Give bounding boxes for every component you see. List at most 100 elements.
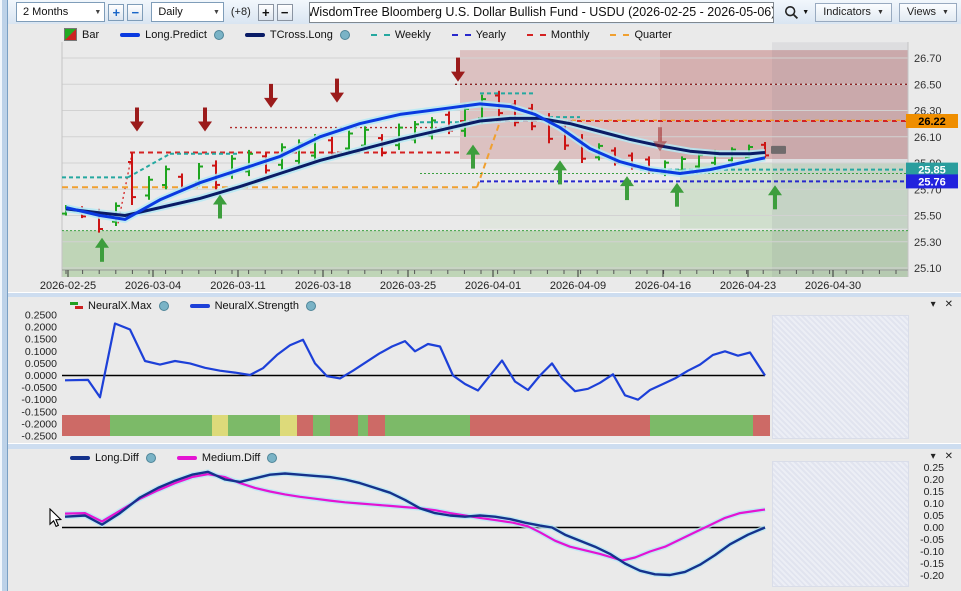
svg-text:2026-04-23: 2026-04-23: [720, 280, 776, 292]
legend-item-long-predict[interactable]: Long.Predict: [120, 29, 224, 41]
price-chart-plot[interactable]: 26.7026.5026.3026.1025.9025.7025.5025.30…: [8, 42, 961, 292]
legend-label: Medium.Diff: [202, 452, 260, 464]
svg-text:0.20: 0.20: [924, 474, 945, 486]
svg-text:2026-02-25: 2026-02-25: [40, 280, 96, 292]
close-panel-icon[interactable]: ✕: [945, 299, 953, 310]
svg-text:0.0000: 0.0000: [25, 370, 57, 382]
svg-text:0.2500: 0.2500: [25, 310, 57, 322]
bars-decrease-button[interactable]: −: [277, 4, 293, 21]
dash-swatch-icon: [371, 34, 390, 36]
legend-label: Weekly: [395, 29, 431, 41]
neuralx-max-icon: [70, 301, 83, 311]
symbol-title: WisdomTree Bloomberg U.S. Dollar Bullish…: [309, 2, 775, 23]
legend-item-neuralx-strength[interactable]: NeuralX.Strength: [190, 300, 316, 312]
legend-item-monthly[interactable]: Monthly: [527, 29, 590, 41]
collapse-panel-icon[interactable]: ▾: [931, 451, 936, 462]
svg-text:25.30: 25.30: [914, 237, 942, 249]
svg-text:0.05: 0.05: [924, 510, 945, 522]
diff-panel: Long.DiffMedium.Diff ▾ ✕ 0.250.200.150.1…: [8, 449, 961, 591]
views-button[interactable]: Views ▼: [899, 3, 957, 22]
svg-text:-0.15: -0.15: [920, 558, 944, 570]
indicator-info-dot-icon[interactable]: [146, 453, 156, 463]
neuralx-future-region: [772, 315, 909, 439]
legend-label: Long.Predict: [145, 29, 207, 41]
bars-increase-button[interactable]: +: [258, 4, 274, 21]
indicator-info-dot-icon[interactable]: [340, 30, 350, 40]
svg-text:2026-03-11: 2026-03-11: [210, 280, 265, 292]
diff-legend: Long.Diff Medium.Diff: [70, 452, 298, 464]
legend-label: Monthly: [551, 29, 590, 41]
left-panel-splitter[interactable]: [0, 0, 8, 591]
svg-text:0.15: 0.15: [924, 486, 945, 498]
bar-style-icon: [64, 28, 77, 41]
svg-text:26.10: 26.10: [914, 132, 942, 144]
svg-text:-0.10: -0.10: [920, 546, 944, 558]
chevron-down-icon: ▼: [877, 9, 884, 16]
svg-text:-0.2500: -0.2500: [21, 431, 57, 443]
range-select[interactable]: 2 Months ▼: [16, 2, 105, 22]
svg-text:25.50: 25.50: [914, 211, 942, 223]
indicators-button[interactable]: Indicators ▼: [815, 3, 892, 22]
interval-select[interactable]: Daily ▼: [151, 2, 224, 22]
legend-item-tcross-long[interactable]: TCross.Long: [245, 29, 350, 41]
svg-text:26.50: 26.50: [914, 79, 942, 91]
legend-item-bar[interactable]: Bar: [64, 28, 99, 41]
line-swatch-icon: [70, 456, 90, 460]
dash-swatch-icon: [452, 34, 471, 36]
neuralx-max-strip: [62, 415, 770, 436]
legend-item-long-diff[interactable]: Long.Diff: [70, 452, 156, 464]
indicator-info-dot-icon[interactable]: [214, 30, 224, 40]
diff-y-labels: 0.250.200.150.100.050.00-0.05-0.10-0.15-…: [920, 462, 944, 582]
indicator-info-dot-icon[interactable]: [306, 301, 316, 311]
neuralx-legend: NeuralX.Max NeuralX.Strength: [70, 300, 337, 312]
svg-text:-0.0500: -0.0500: [21, 382, 57, 394]
indicator-info-dot-icon[interactable]: [159, 301, 169, 311]
svg-text:0.10: 0.10: [924, 498, 945, 510]
collapse-panel-icon[interactable]: ▾: [931, 299, 936, 310]
range-select-value: 2 Months: [23, 6, 68, 18]
ghost-bar-marker: [771, 146, 786, 154]
neuralx-strength-line: [65, 324, 765, 400]
svg-text:-0.20: -0.20: [920, 570, 944, 582]
search-icon: [784, 5, 799, 20]
svg-text:-0.2000: -0.2000: [21, 418, 57, 430]
legend-item-neuralx-max[interactable]: NeuralX.Max: [70, 300, 169, 312]
neuralx-y-labels: 0.25000.20000.15000.10000.05000.0000-0.0…: [21, 310, 57, 443]
svg-text:2026-03-25: 2026-03-25: [380, 280, 436, 292]
range-increase-button[interactable]: +: [108, 4, 124, 21]
svg-text:2026-04-30: 2026-04-30: [805, 280, 861, 292]
legend-label: Long.Diff: [95, 452, 139, 464]
line-swatch-icon: [245, 33, 265, 37]
svg-text:2026-04-09: 2026-04-09: [550, 280, 606, 292]
main-toolbar: 2 Months ▼ + − Daily ▼ (+8) + − WisdomTr…: [8, 0, 961, 25]
legend-label: Quarter: [634, 29, 671, 41]
svg-text:25.76: 25.76: [918, 176, 946, 188]
svg-text:0.2000: 0.2000: [25, 322, 57, 334]
interval-select-value: Daily: [158, 6, 182, 18]
legend-label: TCross.Long: [270, 29, 333, 41]
legend-label: NeuralX.Strength: [215, 300, 299, 312]
legend-label: NeuralX.Max: [88, 300, 152, 312]
legend-item-medium-diff[interactable]: Medium.Diff: [177, 452, 277, 464]
close-panel-icon[interactable]: ✕: [945, 451, 953, 462]
line-swatch-icon: [190, 304, 210, 308]
symbol-search[interactable]: ▼: [784, 5, 809, 20]
extra-bars-label: (+8): [231, 6, 251, 18]
range-decrease-button[interactable]: −: [127, 4, 143, 21]
chevron-down-icon: ▼: [802, 9, 809, 16]
svg-text:-0.1500: -0.1500: [21, 406, 57, 418]
svg-text:-0.05: -0.05: [920, 534, 944, 546]
price-chart-panel: Bar Long.Predict TCross.Long Weekly Yearly Mo…: [8, 24, 961, 292]
diff-panel-controls: ▾ ✕: [931, 451, 953, 462]
svg-text:2026-03-04: 2026-03-04: [125, 280, 181, 292]
legend-label: Yearly: [476, 29, 506, 41]
indicator-info-dot-icon[interactable]: [267, 453, 277, 463]
price-chart-legend: Bar Long.Predict TCross.Long Weekly Yearly Mo…: [64, 28, 693, 41]
legend-item-quarter[interactable]: Quarter: [610, 29, 671, 41]
line-swatch-icon: [120, 33, 140, 37]
legend-item-weekly[interactable]: Weekly: [371, 29, 431, 41]
legend-item-yearly[interactable]: Yearly: [452, 29, 506, 41]
svg-text:25.10: 25.10: [914, 263, 942, 275]
diff-future-region: [772, 461, 909, 587]
chevron-down-icon: ▼: [213, 9, 220, 16]
